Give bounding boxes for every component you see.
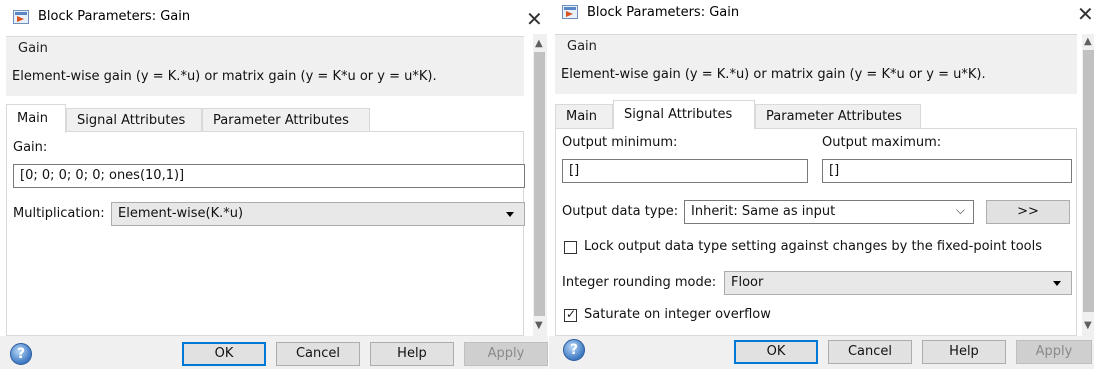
scroll-thumb[interactable]: [1083, 50, 1094, 312]
checkmark-icon: ✓: [566, 307, 577, 321]
output-data-type-label: Output data type:: [562, 204, 679, 219]
tab-signal-attributes[interactable]: Signal Attributes: [613, 100, 755, 129]
apply-button[interactable]: Apply: [464, 342, 548, 366]
block-description: Element-wise gain (y = K.*u) or matrix g…: [12, 69, 437, 84]
ok-button[interactable]: OK: [182, 342, 266, 366]
dialog-footer: ? OK Cancel Help Apply: [0, 336, 548, 369]
lock-data-type-label: Lock output data type setting against ch…: [584, 239, 1043, 254]
cancel-button[interactable]: Cancel: [276, 342, 360, 366]
output-data-type-value: Inherit: Same as input: [691, 204, 836, 219]
multiplication-label: Multiplication:: [13, 206, 105, 221]
output-maximum-label: Output maximum:: [822, 135, 942, 150]
dropdown-arrow-icon: [1053, 281, 1061, 286]
dialog-title: Block Parameters: Gain: [38, 9, 191, 24]
title-bar: Block Parameters: Gain ✕: [0, 0, 548, 34]
close-icon[interactable]: ✕: [526, 9, 543, 29]
block-parameters-dialog-main: Block Parameters: Gain ✕ Gain Element-wi…: [0, 0, 548, 369]
scroll-down-icon[interactable]: ▼: [535, 320, 543, 331]
rounding-mode-value: Floor: [731, 275, 764, 290]
apply-button[interactable]: Apply: [1016, 340, 1092, 364]
tab-main[interactable]: Main: [555, 104, 613, 128]
title-bar: Block Parameters: Gain ✕: [549, 0, 1094, 34]
tab-parameter-attributes[interactable]: Parameter Attributes: [755, 104, 921, 128]
multiplication-value: Element-wise(K.*u): [118, 206, 244, 221]
dropdown-arrow-icon: [506, 212, 514, 217]
block-description-group: Gain Element-wise gain (y = K.*u) or mat…: [555, 34, 1077, 94]
saturate-label: Saturate on integer overflow: [584, 307, 771, 322]
cancel-button[interactable]: Cancel: [828, 340, 912, 364]
block-description-group: Gain Element-wise gain (y = K.*u) or mat…: [6, 36, 524, 96]
group-label: Gain: [16, 41, 50, 56]
dialog-title: Block Parameters: Gain: [587, 5, 740, 20]
help-question-icon[interactable]: ?: [10, 343, 32, 365]
output-minimum-input[interactable]: []: [562, 159, 808, 183]
block-parameters-dialog-signal: Block Parameters: Gain ✕ Gain Element-wi…: [549, 0, 1094, 369]
gain-label: Gain:: [13, 140, 48, 155]
dialog-content: Gain Element-wise gain (y = K.*u) or mat…: [551, 34, 1083, 336]
close-icon[interactable]: ✕: [1077, 4, 1094, 24]
output-data-type-select[interactable]: Inherit: Same as input ⌵: [684, 200, 974, 224]
help-button[interactable]: Help: [922, 340, 1006, 364]
tab-strip: Main Signal Attributes Parameter Attribu…: [6, 104, 524, 133]
scroll-thumb[interactable]: [534, 52, 545, 316]
rounding-mode-select[interactable]: Floor: [724, 271, 1072, 295]
output-maximum-input[interactable]: []: [822, 159, 1072, 183]
ok-button[interactable]: OK: [734, 340, 818, 364]
lock-data-type-checkbox[interactable]: [564, 241, 577, 254]
group-label: Gain: [565, 39, 599, 54]
scroll-down-icon[interactable]: ▼: [1084, 320, 1092, 331]
tab-strip: Main Signal Attributes Parameter Attribu…: [555, 100, 1077, 129]
vertical-scrollbar[interactable]: ▲ ▼: [1082, 34, 1094, 336]
vertical-scrollbar[interactable]: ▲ ▼: [533, 34, 547, 336]
data-type-assistant-button[interactable]: >>: [986, 200, 1070, 224]
help-button[interactable]: Help: [370, 342, 454, 366]
tab-main[interactable]: Main: [6, 104, 66, 133]
main-tab-panel: Gain: [0; 0; 0; 0; 0; ones(10,1)] Multip…: [6, 131, 525, 336]
simulink-block-icon: [13, 10, 29, 24]
tab-parameter-attributes[interactable]: Parameter Attributes: [202, 108, 370, 132]
block-description: Element-wise gain (y = K.*u) or matrix g…: [561, 67, 986, 82]
scroll-up-icon[interactable]: ▲: [1084, 36, 1092, 47]
chevron-down-icon: ⌵: [955, 203, 965, 217]
help-question-icon[interactable]: ?: [563, 339, 585, 361]
rounding-mode-label: Integer rounding mode:: [562, 275, 717, 290]
saturate-checkbox[interactable]: ✓: [564, 307, 577, 322]
simulink-block-icon: [562, 5, 578, 19]
scroll-up-icon[interactable]: ▲: [535, 38, 543, 49]
output-minimum-label: Output minimum:: [562, 135, 678, 150]
dialog-content: Gain Element-wise gain (y = K.*u) or mat…: [2, 34, 530, 336]
gain-input[interactable]: [0; 0; 0; 0; 0; ones(10,1)]: [13, 164, 525, 188]
dialog-footer: ? OK Cancel Help Apply: [549, 336, 1094, 369]
signal-attributes-tab-panel: Output minimum: [] Output maximum: [] Ou…: [555, 128, 1077, 336]
multiplication-select[interactable]: Element-wise(K.*u): [111, 202, 525, 226]
tab-signal-attributes[interactable]: Signal Attributes: [66, 108, 202, 132]
